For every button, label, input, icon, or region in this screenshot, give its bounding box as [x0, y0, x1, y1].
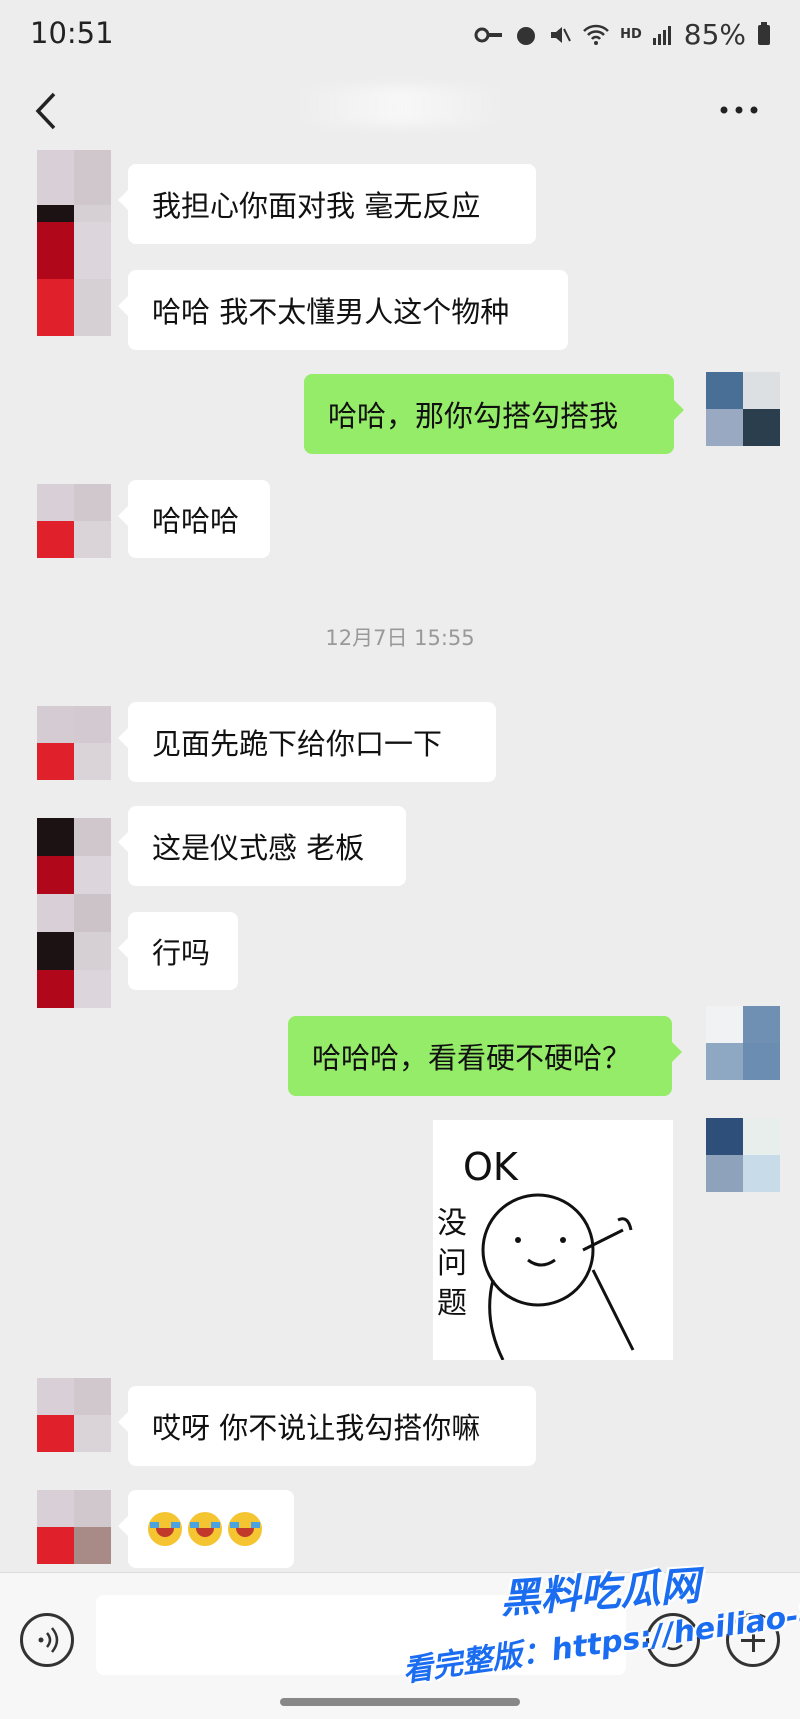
avatar-self[interactable]: [706, 1006, 780, 1080]
message-bubble-self[interactable]: 哈哈哈，看看硬不硬哈？: [288, 1016, 682, 1096]
chat-title-redacted: [290, 86, 510, 126]
avatar-other[interactable]: [37, 706, 111, 780]
sticker-drawing: OK: [463, 1145, 635, 1361]
message-bubble-other[interactable]: 行吗: [118, 912, 238, 990]
mute-icon: [551, 26, 571, 43]
avatar-self[interactable]: [706, 1118, 780, 1192]
sticker-side-text: 没问题: [437, 1206, 467, 1321]
wifi-icon: [583, 24, 609, 45]
voice-icon: [38, 1627, 59, 1653]
sticker-ok-no-problem[interactable]: OK 没问题: [433, 1120, 673, 1361]
chat-header: [0, 70, 800, 150]
message-bubble-other[interactable]: 哈哈哈: [118, 480, 270, 558]
avatar-other[interactable]: [37, 1490, 111, 1564]
laugh-cry-emoji-icon: [148, 1512, 182, 1546]
timestamp-separator: 12月7日 15:55: [325, 626, 475, 650]
status-time: 10:51: [30, 16, 114, 50]
message-bubble-other[interactable]: 哈哈 我不太懂男人这个物种: [118, 270, 568, 350]
alarm-icon: [517, 26, 536, 45]
chevron-left-icon: [35, 92, 56, 130]
voice-input-button[interactable]: [20, 1613, 74, 1667]
hd-label: HD: [620, 27, 642, 42]
status-icons: HD 85%: [474, 18, 770, 51]
avatar-other[interactable]: [37, 1378, 111, 1452]
home-indicator[interactable]: [280, 1698, 520, 1706]
message-bubble-other[interactable]: 哎呀 你不说让我勾搭你嘛: [118, 1386, 536, 1466]
avatar-other[interactable]: [37, 484, 111, 558]
avatar-other[interactable]: [37, 818, 111, 1008]
message-bubble-other-emoji[interactable]: [118, 1490, 294, 1568]
status-bar: 10:51 HD 85%: [0, 0, 800, 70]
message-bubble-self[interactable]: 哈哈，那你勾搭勾搭我: [304, 374, 684, 454]
message-bubble-other[interactable]: 这是仪式感 老板: [118, 806, 406, 886]
battery-percent: 85%: [683, 18, 746, 51]
message-bubble-other[interactable]: 见面先跪下给你口一下: [118, 702, 496, 782]
back-button[interactable]: [26, 86, 66, 136]
message-bubble-other[interactable]: 我担心你面对我 毫无反应: [118, 164, 536, 244]
sticker-ok-text: OK: [463, 1145, 519, 1189]
laugh-cry-emoji-icon: [188, 1512, 222, 1546]
battery-icon: [758, 21, 770, 45]
laugh-cry-emoji-icon: [228, 1512, 262, 1546]
signal-icon: [652, 25, 671, 45]
avatar-self[interactable]: [706, 372, 780, 446]
avatar-other[interactable]: [37, 222, 111, 336]
more-options-button[interactable]: [714, 90, 764, 130]
vpn-key-icon: [474, 27, 503, 42]
more-dots-icon: [720, 106, 758, 114]
